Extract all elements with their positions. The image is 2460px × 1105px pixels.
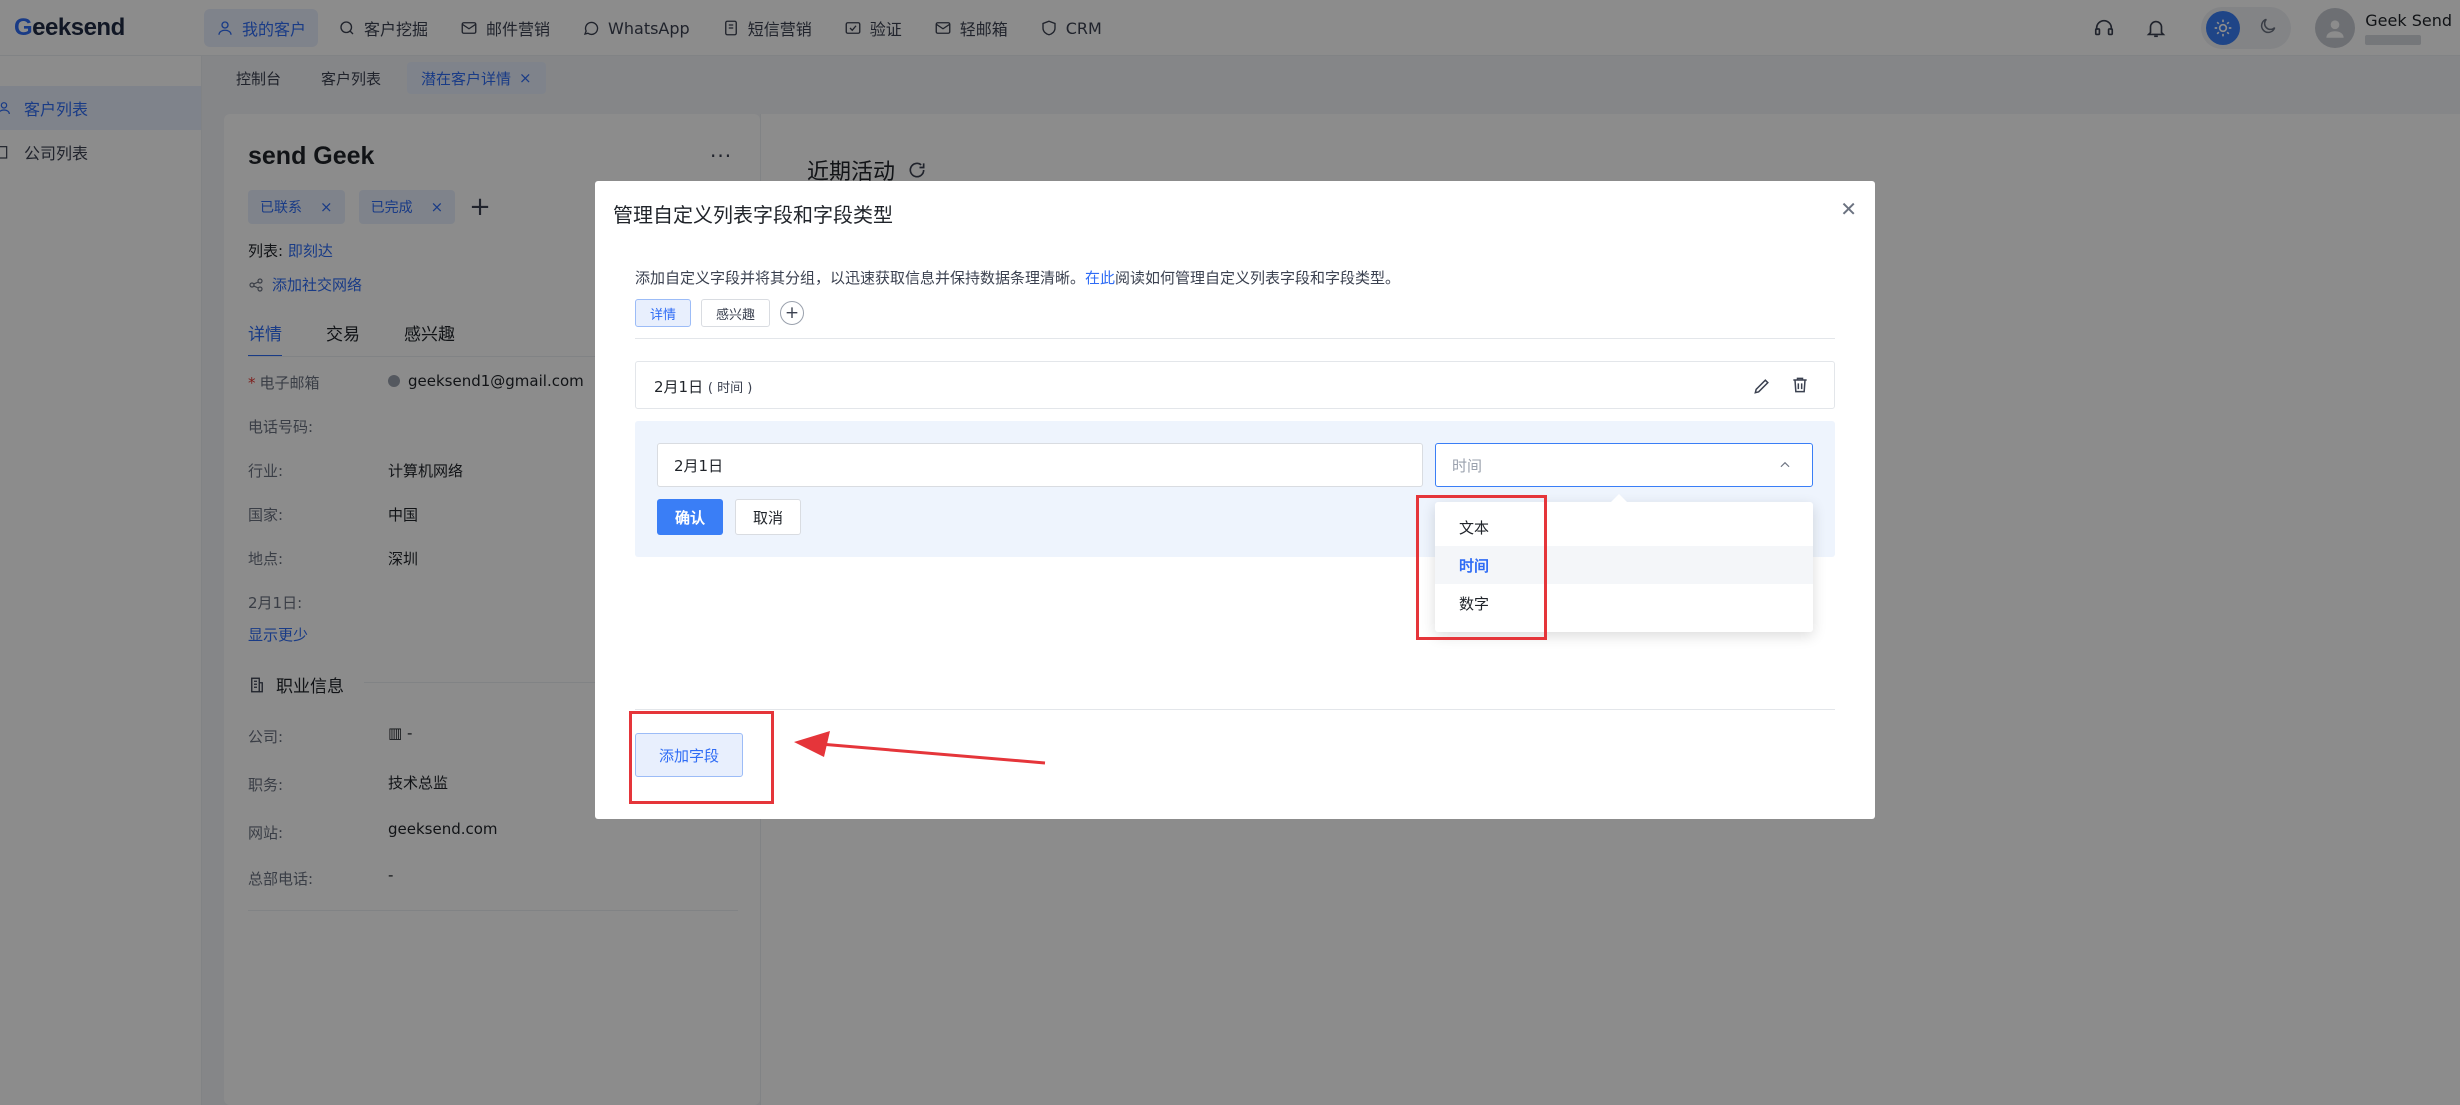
trash-icon[interactable] xyxy=(1790,375,1810,399)
field-type-select[interactable]: 时间 xyxy=(1435,443,1813,487)
tab-group-details[interactable]: 详情 xyxy=(635,299,692,327)
tab-group-interested[interactable]: 感兴趣 xyxy=(701,299,771,327)
cancel-button[interactable]: 取消 xyxy=(735,499,801,535)
manage-custom-fields-dialog: 管理自定义列表字段和字段类型 ✕ 添加自定义字段并将其分组，以迅速获取信息并保持… xyxy=(595,181,1875,819)
dialog-description: 添加自定义字段并将其分组，以迅速获取信息并保持数据条理清晰。在此阅读如何管理自定… xyxy=(635,269,1401,287)
annotation-highlight-box xyxy=(629,711,774,804)
field-name-input[interactable]: 2月1日 xyxy=(657,443,1423,487)
help-link[interactable]: 在此 xyxy=(1085,269,1115,287)
divider xyxy=(635,338,1835,339)
custom-field-row: 2月1日 ( 时间 ) xyxy=(635,361,1835,409)
add-group-icon[interactable]: + xyxy=(780,301,805,325)
annotation-arrow xyxy=(794,731,1046,765)
dropdown-caret xyxy=(1610,494,1628,503)
edit-icon[interactable] xyxy=(1752,376,1772,400)
annotation-highlight-box xyxy=(1416,495,1547,640)
chevron-up-icon xyxy=(1778,458,1792,476)
divider xyxy=(635,709,1835,710)
custom-field-label: 2月1日 ( 时间 ) xyxy=(654,378,753,396)
confirm-button[interactable]: 确认 xyxy=(657,499,723,535)
dialog-title: 管理自定义列表字段和字段类型 xyxy=(613,203,893,227)
field-group-tabs: 详情 感兴趣 + xyxy=(635,299,805,327)
close-icon[interactable]: ✕ xyxy=(1840,197,1857,221)
